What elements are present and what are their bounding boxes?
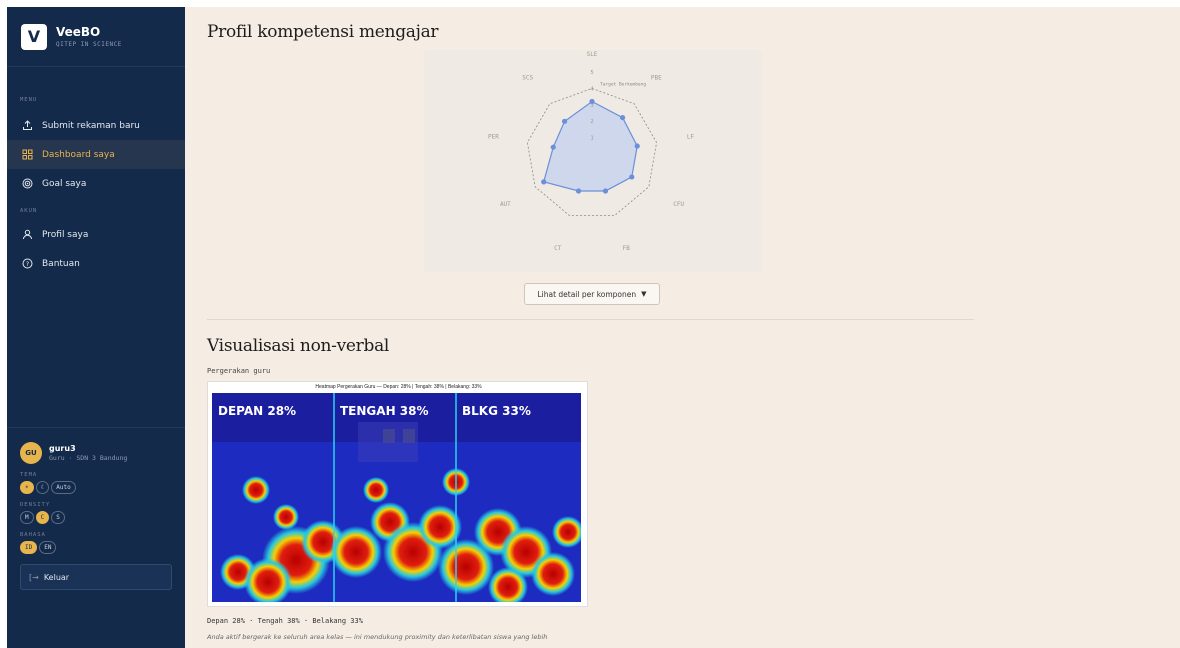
radar-chart-card: 1 2 3 4 5 SLE PBE LF CFU FB CT AUT PER SCS Target Berk… xyxy=(424,50,762,272)
sidebar-item-label: Bantuan xyxy=(42,258,80,269)
density-m-button[interactable]: M xyxy=(20,511,34,524)
logout-icon: [→ xyxy=(29,572,39,582)
theme-auto-button[interactable]: Auto xyxy=(51,481,76,494)
radar-axis-label-per: PER xyxy=(488,134,499,141)
brand-subtitle: QITEP IN SCIENCE xyxy=(56,41,122,48)
sidebar-item-dashboard[interactable]: Dashboard saya xyxy=(7,140,185,169)
sidebar-item-label: Profil saya xyxy=(42,229,89,240)
nonverbal-section-title: Visualisasi non-verbal xyxy=(207,336,390,356)
detail-per-component-button[interactable]: Lihat detail per komponen ▼ xyxy=(524,283,660,305)
radar-tick-2: 2 xyxy=(590,119,593,125)
detail-button-label: Lihat detail per komponen xyxy=(537,289,637,299)
sidebar-item-profile[interactable]: Profil saya xyxy=(7,220,185,249)
zone-label-front: DEPAN 28% xyxy=(218,404,296,418)
radar-axis-label-aut: AUT xyxy=(500,201,511,208)
grid-icon xyxy=(22,149,33,160)
user-role: Guru · SDN 3 Bandung xyxy=(49,454,128,462)
avatar: GU xyxy=(20,442,42,464)
radar-axis-label-sle: SLE xyxy=(587,51,598,58)
theme-label: TEMA xyxy=(20,472,38,478)
zone-label-back: BLKG 33% xyxy=(462,404,531,418)
movement-summary: Depan 28% · Tengah 38% · Belakang 33% xyxy=(207,617,363,625)
account-section-label: AKUN xyxy=(20,208,38,214)
sidebar-item-label: Dashboard saya xyxy=(42,149,115,160)
score-polygon xyxy=(542,100,638,192)
sidebar-item-label: Submit rekaman baru xyxy=(42,120,140,131)
movement-note: Anda aktif bergerak ke seluruh area kela… xyxy=(207,633,548,641)
sidebar-item-submit[interactable]: Submit rekaman baru xyxy=(7,111,185,140)
sidebar: V VeeBO QITEP IN SCIENCE MENU Submit rek… xyxy=(7,7,185,648)
density-toggle: M C S xyxy=(20,511,172,524)
theme-toggle: ☀ ☾ Auto xyxy=(20,481,172,494)
score-point-lf xyxy=(634,143,640,149)
heat-blobs xyxy=(212,422,581,602)
radar-axis-label-lf: LF xyxy=(687,134,695,141)
density-s-button[interactable]: S xyxy=(51,511,65,524)
radar-chart: 12345SLEPBELFCFUFBCTAUTPERSCSTarget Berk… xyxy=(488,51,695,252)
radar-tick-1: 1 xyxy=(590,136,593,142)
score-point-fb xyxy=(602,188,609,194)
menu-section-label: MENU xyxy=(20,97,38,103)
radar-axis-label-cfu: CFU xyxy=(673,201,684,208)
score-point-aut xyxy=(541,179,547,185)
theme-dark-button[interactable]: ☾ xyxy=(35,481,50,494)
sidebar-item-help[interactable]: ? Bantuan xyxy=(7,249,185,278)
zone-label-middle: TENGAH 38% xyxy=(340,404,429,418)
section-divider xyxy=(207,319,974,320)
score-point-pbe xyxy=(619,114,626,121)
score-point-cfu xyxy=(629,174,635,180)
language-en-button[interactable]: EN xyxy=(39,541,57,554)
brand: V VeeBO QITEP IN SCIENCE xyxy=(7,7,185,67)
score-point-ct xyxy=(575,188,582,194)
user-icon xyxy=(22,229,33,240)
user-panel: GU guru3 Guru · SDN 3 Bandung TEMA ☀ ☾ A… xyxy=(7,427,185,590)
radar-tick-5: 5 xyxy=(590,70,593,76)
language-toggle: ID EN xyxy=(20,541,172,554)
radar-axis-label-pbe: PBE xyxy=(651,74,662,81)
language-label: BAHASA xyxy=(20,532,46,538)
main-content: Profil kompetensi mengajar 1 2 3 4 5 SLE PBE LF… xyxy=(185,7,1180,648)
score-point-scs xyxy=(561,118,568,124)
radar-axis-label-fb: FB xyxy=(623,245,631,252)
radar-axis-label-scs: SCS xyxy=(522,74,533,81)
movement-label: Pergerakan guru xyxy=(207,367,271,375)
logo: V xyxy=(21,23,47,50)
score-point-per xyxy=(550,144,556,150)
theme-light-button[interactable]: ☀ xyxy=(20,481,34,494)
sidebar-item-label: Goal saya xyxy=(42,178,87,189)
logout-label: Keluar xyxy=(43,572,70,582)
svg-text:?: ? xyxy=(26,260,29,268)
density-c-button[interactable]: C xyxy=(35,511,50,524)
language-id-button[interactable]: ID xyxy=(20,541,38,554)
heatmap-image: DEPAN 28% TENGAH 38% BLKG 33% xyxy=(212,393,581,602)
density-label: DENSITY xyxy=(20,502,51,508)
caret-down-icon: ▼ xyxy=(641,290,647,298)
radar-axis-label-ct: CT xyxy=(554,245,562,252)
logout-button[interactable]: [→ Keluar xyxy=(20,564,172,590)
radar-section-title: Profil kompetensi mengajar xyxy=(207,22,439,42)
target-label: Target Berkembang xyxy=(600,81,646,87)
radar-tick-3: 3 xyxy=(590,103,593,109)
user-name: guru3 xyxy=(49,444,76,453)
heatmap-card: Heatmap Pergerakan Guru — Depan: 28% | T… xyxy=(207,381,588,607)
brand-name: VeeBO xyxy=(56,25,101,39)
help-icon: ? xyxy=(22,258,33,269)
target-icon xyxy=(22,178,33,189)
upload-icon xyxy=(22,120,33,131)
sidebar-item-goal[interactable]: Goal saya xyxy=(7,169,185,198)
